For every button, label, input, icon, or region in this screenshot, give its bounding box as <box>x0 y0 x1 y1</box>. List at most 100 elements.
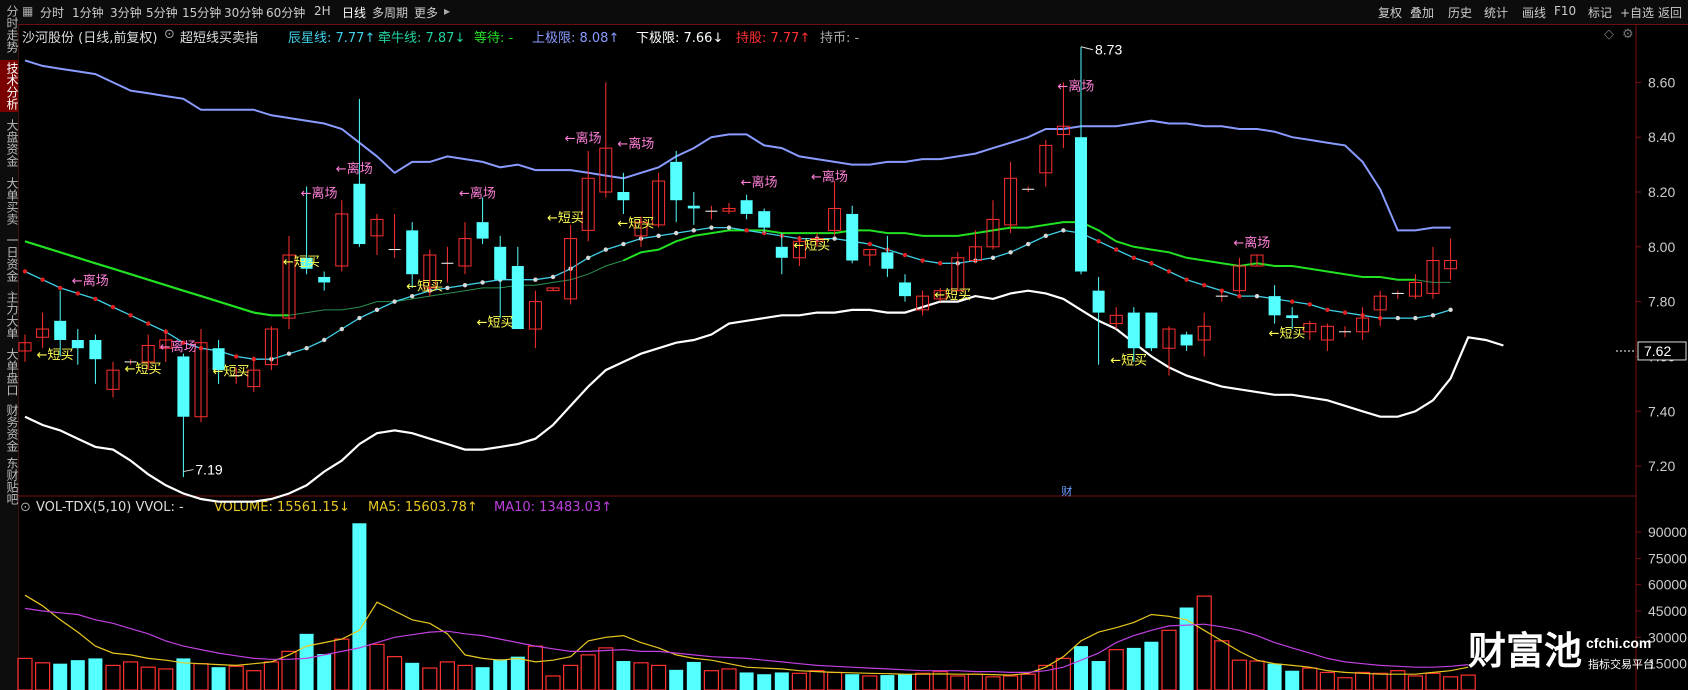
tab-period-10[interactable]: 更多 <box>414 4 438 21</box>
signal-dot <box>533 277 538 282</box>
volume-bar-up <box>721 668 737 690</box>
volume-bar-up <box>1038 664 1054 690</box>
volume-bar-down <box>880 675 895 690</box>
tool-button-7[interactable]: +自选 <box>1620 4 1654 21</box>
tool-button-5[interactable]: F10 <box>1554 4 1576 18</box>
dengdai-value: 等待: - <box>474 31 514 46</box>
tab-period-7[interactable]: 2H <box>314 4 331 18</box>
leave-signal-label: ←离场 <box>336 161 373 177</box>
tool-button-3[interactable]: 统计 <box>1484 4 1508 21</box>
volume-bar-up <box>809 670 825 690</box>
candle-body-down <box>881 252 894 269</box>
signal-dot <box>198 346 204 351</box>
upper-limit-value: 上极限: 8.08↑ <box>532 31 620 46</box>
candle-body-up <box>951 257 965 292</box>
candle-body-up <box>1250 254 1264 267</box>
tab-period-9[interactable]: 多周期 <box>372 4 408 21</box>
volume-dropdown-icon[interactable]: ⊙ <box>20 500 31 515</box>
sidebar-item-0[interactable]: 分时走势 <box>0 0 19 58</box>
tool-button-8[interactable]: 返回 <box>1658 4 1682 21</box>
indicator-name[interactable]: 超短线买卖指 <box>180 27 258 46</box>
volume-bar-up <box>422 667 438 690</box>
tool-button-2[interactable]: 历史 <box>1448 4 1472 21</box>
buy-signal-label: ←短买 <box>213 365 250 380</box>
grid-icon[interactable]: ▦ <box>22 4 33 18</box>
candle-body-down <box>1286 315 1299 319</box>
signal-dot <box>603 247 608 252</box>
candle-body-up <box>1320 325 1334 341</box>
leave-signal-label: ←离场 <box>459 185 496 201</box>
volume-bar-up <box>967 673 984 690</box>
tool-button-0[interactable]: 复权 <box>1378 4 1402 21</box>
candle-body-down <box>1075 137 1087 272</box>
sidebar-item-2[interactable]: 大盘资金 <box>0 114 19 172</box>
candle-body-up <box>968 246 982 262</box>
signal-dot <box>1149 261 1154 266</box>
candle-body-down <box>1092 290 1105 313</box>
candle-body-up <box>1303 323 1317 333</box>
candle-body-up <box>18 342 32 352</box>
sidebar-item-8[interactable]: 东财贴吧 <box>0 456 19 506</box>
volume-tick-label: 45000 <box>1648 603 1687 619</box>
signal-dot <box>550 274 556 280</box>
volume-bar-up <box>105 664 121 690</box>
signal-dot <box>357 315 362 321</box>
candle-body-up <box>652 180 666 226</box>
volume-bar-down <box>757 674 772 690</box>
volume-bar-down <box>1126 647 1141 690</box>
buy-signal-label: ←短买 <box>547 211 584 226</box>
volume-ma10-line <box>24 607 1469 674</box>
candle-body-up <box>1408 281 1422 297</box>
signal-dot <box>902 252 908 258</box>
leave-signal-label: ←离场 <box>160 339 197 355</box>
volume-value: VOLUME: 15561.15↓ <box>214 500 350 515</box>
diamond-icon[interactable]: ◇ <box>1604 27 1614 42</box>
tool-button-6[interactable]: 标记 <box>1588 4 1612 21</box>
sidebar-item-7[interactable]: 财务资金 <box>0 402 19 454</box>
signal-dot <box>832 236 837 241</box>
price-tick-label: 8.20 <box>1648 184 1675 200</box>
volume-bar-up <box>1161 629 1177 690</box>
tab-period-8[interactable]: 日线 <box>342 4 366 21</box>
candle-body-up <box>1039 144 1053 174</box>
indicator-dropdown-icon[interactable]: ⊙ <box>164 27 175 42</box>
volume-bar-up <box>387 656 403 690</box>
volume-bar-up <box>1002 675 1019 690</box>
candle-body-up <box>1444 260 1458 270</box>
sidebar-item-5[interactable]: 主力大单 <box>0 288 19 342</box>
tab-period-4[interactable]: 15分钟 <box>182 4 221 21</box>
candle-body-down <box>758 211 771 228</box>
signal-dot <box>374 307 380 313</box>
tab-period-5[interactable]: 30分钟 <box>224 4 263 21</box>
sidebar-item-6[interactable]: 大单盘口 <box>0 344 19 400</box>
signal-dot <box>1272 296 1277 302</box>
volume-bar-down <box>1179 607 1194 690</box>
tab-period-3[interactable]: 5分钟 <box>146 4 178 21</box>
tool-button-4[interactable]: 画线 <box>1522 4 1546 21</box>
candle-body-up <box>264 328 278 366</box>
candle-body-down <box>617 192 630 201</box>
finance-marker: 财 <box>1061 484 1072 498</box>
signal-dot <box>779 233 784 239</box>
signal-dot <box>744 228 749 233</box>
stock-title[interactable]: 沙河股份 (日线,前复权) <box>22 27 157 46</box>
settings-icon[interactable]: ⚙ <box>1622 27 1634 42</box>
signal-dot <box>1307 302 1313 307</box>
volume-bar-up <box>826 671 843 690</box>
sidebar-item-1[interactable]: 技术分析 <box>0 60 19 112</box>
tab-period-0[interactable]: 分时 <box>40 4 64 21</box>
tab-period-2[interactable]: 3分钟 <box>110 4 142 21</box>
leave-signal-label: ←离场 <box>741 175 778 191</box>
volume-bar-down <box>669 669 684 690</box>
buy-signal-label: ←短买 <box>477 315 514 330</box>
stock-chart[interactable]: 8.60 8.40 8.20 8.00 7.80 7.60 7.40 7.20 7.62 9000… <box>0 0 1688 690</box>
sidebar-item-3[interactable]: 大单买卖 <box>0 174 19 228</box>
tab-period-6[interactable]: 60分钟 <box>266 4 305 21</box>
tab-period-1[interactable]: 1分钟 <box>72 4 104 21</box>
sidebar-item-4[interactable]: 一日资金 <box>0 230 19 286</box>
volume-bar-up <box>158 668 174 690</box>
tool-button-1[interactable]: 叠加 <box>1410 4 1434 21</box>
volume-bar-up <box>457 664 473 690</box>
volume-indicator-name[interactable]: VOL-TDX(5,10) VVOL: - <box>36 500 184 515</box>
more-arrow-icon[interactable]: ▸ <box>444 4 450 18</box>
